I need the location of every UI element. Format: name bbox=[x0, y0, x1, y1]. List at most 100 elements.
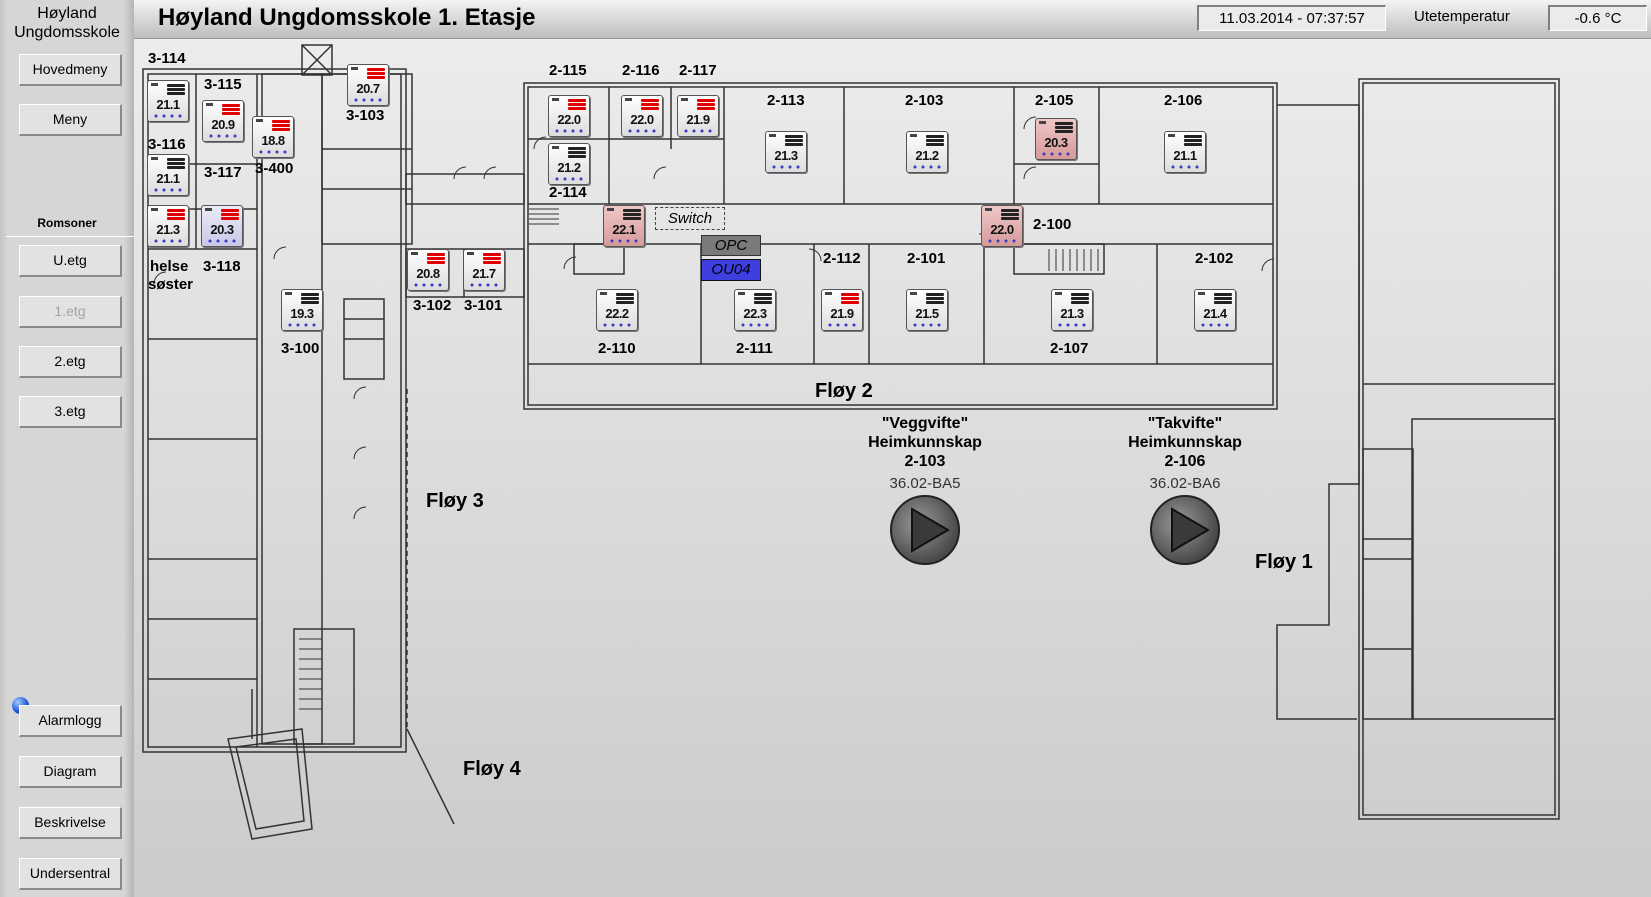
ou04-status-tag[interactable]: OU04 bbox=[701, 259, 761, 281]
thermostat-value: 22.2 bbox=[605, 306, 629, 321]
etg3-button[interactable]: 3.etg bbox=[19, 396, 122, 428]
room-label-2-103: 2-103 bbox=[905, 92, 944, 109]
room-label-3-400: 3-400 bbox=[255, 160, 294, 177]
thermostat-value: 20.9 bbox=[211, 117, 235, 132]
room-label-2-101: 2-101 bbox=[907, 250, 946, 267]
thermostat-2-115[interactable]: 22.0 bbox=[548, 95, 590, 137]
room-label-3-116: 3-116 bbox=[148, 136, 186, 153]
fan1-room: 2-103 bbox=[904, 453, 946, 470]
thermostat-3-102[interactable]: 20.8 bbox=[407, 249, 449, 291]
outdoor-temp-label: Utetemperatur bbox=[1414, 8, 1510, 25]
undersentral-button[interactable]: Undersentral bbox=[19, 858, 122, 890]
thermostat-3-116[interactable]: 21.1 bbox=[147, 154, 189, 196]
thermostat-value: 20.8 bbox=[416, 266, 440, 281]
wing-label-floy2: Fløy 2 bbox=[815, 380, 873, 402]
fan1-label: "Veggvifte" Heimkunnskap 2-103 bbox=[835, 414, 1015, 471]
fan2-room: 2-106 bbox=[1164, 453, 1206, 470]
thermostat-value: 22.0 bbox=[990, 222, 1014, 237]
opc-status-tag[interactable]: OPC bbox=[701, 235, 761, 256]
thermostat-value: 21.2 bbox=[557, 160, 581, 175]
room-label-2-106: 2-106 bbox=[1164, 92, 1203, 109]
thermostat-value: 21.1 bbox=[156, 171, 180, 186]
thermostat-value: 21.5 bbox=[915, 306, 939, 321]
fan1-play-icon[interactable] bbox=[890, 495, 960, 565]
romsoner-heading: Romsoner bbox=[37, 216, 97, 230]
site-title-line2: Ungdomsskole bbox=[14, 24, 120, 41]
etg1-button[interactable]: 1.etg bbox=[19, 296, 122, 328]
beskrivelse-button[interactable]: Beskrivelse bbox=[19, 807, 122, 839]
thermostat-3-118a[interactable]: 21.3 bbox=[147, 205, 189, 247]
fan1-area: Heimkunnskap bbox=[868, 434, 982, 451]
thermostat-2-107[interactable]: 21.3 bbox=[1051, 289, 1093, 331]
datetime-display: 11.03.2014 - 07:37:57 bbox=[1197, 5, 1386, 31]
wing-label-floy1: Fløy 1 bbox=[1255, 551, 1313, 573]
room-label-2-111: 2-111 bbox=[736, 340, 773, 357]
thermostat-value: 20.3 bbox=[210, 222, 234, 237]
thermostat-value: 21.9 bbox=[830, 306, 854, 321]
thermostat-value: 21.2 bbox=[915, 148, 939, 163]
room-label-helse: helse bbox=[150, 258, 189, 275]
room-label-2-112: 2-112 bbox=[823, 250, 861, 267]
fan2-label: "Takvifte" Heimkunnskap 2-106 bbox=[1095, 414, 1275, 471]
uetg-button[interactable]: U.etg bbox=[19, 245, 122, 277]
thermostat-2-117[interactable]: 21.9 bbox=[677, 95, 719, 137]
hovedmeny-button[interactable]: Hovedmeny bbox=[19, 54, 122, 86]
thermostat-3-115[interactable]: 20.9 bbox=[202, 100, 244, 142]
diagram-button[interactable]: Diagram bbox=[19, 756, 122, 788]
room-label-3-102: 3-102 bbox=[413, 297, 452, 314]
sidebar-divider bbox=[6, 236, 134, 237]
fan1-tag: 36.02-BA5 bbox=[889, 475, 961, 492]
outdoor-temp-value: -0.6 °C bbox=[1548, 5, 1647, 31]
room-label-2-116: 2-116 bbox=[622, 62, 660, 79]
switch-tag[interactable]: Switch bbox=[655, 207, 725, 230]
thermostat-value: 21.9 bbox=[686, 112, 710, 127]
floor-plan-canvas: 3-114 3-115 3-116 3-117 3-400 3-103 3-11… bbox=[134, 39, 1651, 897]
thermostat-2-113[interactable]: 21.3 bbox=[765, 131, 807, 173]
thermostat-3-114[interactable]: 21.1 bbox=[147, 80, 189, 122]
meny-button[interactable]: Meny bbox=[19, 104, 122, 136]
thermostat-2-101[interactable]: 21.5 bbox=[906, 289, 948, 331]
thermostat-2-112[interactable]: 21.9 bbox=[821, 289, 863, 331]
room-label-3-101: 3-101 bbox=[464, 297, 503, 314]
alarmlogg-button[interactable]: Alarmlogg bbox=[19, 705, 122, 737]
thermostat-2-116[interactable]: 22.0 bbox=[621, 95, 663, 137]
fan2-play-icon[interactable] bbox=[1150, 495, 1220, 565]
thermostat-2-114[interactable]: 21.2 bbox=[548, 143, 590, 185]
fan2-name: "Takvifte" bbox=[1147, 415, 1223, 432]
etg2-button[interactable]: 2.etg bbox=[19, 346, 122, 378]
room-label-3-100: 3-100 bbox=[281, 340, 320, 357]
fan2-area: Heimkunnskap bbox=[1128, 434, 1242, 451]
room-label-3-103: 3-103 bbox=[346, 107, 385, 124]
thermostat-2-111[interactable]: 22.3 bbox=[734, 289, 776, 331]
thermostat-value: 20.3 bbox=[1044, 135, 1068, 150]
room-label-2-113: 2-113 bbox=[767, 92, 805, 109]
thermostat-value: 21.1 bbox=[156, 97, 180, 112]
room-label-3-117: 3-117 bbox=[204, 164, 242, 181]
room-label-2-110: 2-110 bbox=[598, 340, 636, 357]
fan2-tag: 36.02-BA6 bbox=[1149, 475, 1221, 492]
thermostat-3-101[interactable]: 21.7 bbox=[463, 249, 505, 291]
thermostat-3-400[interactable]: 18.8 bbox=[252, 116, 294, 158]
room-label-2-105: 2-105 bbox=[1035, 92, 1074, 109]
thermostat-corridor-west[interactable]: 22.1 bbox=[603, 205, 645, 247]
thermostat-3-103[interactable]: 20.7 bbox=[347, 64, 389, 106]
thermostat-value: 22.1 bbox=[612, 222, 636, 237]
page-title: Høyland Ungdomsskole 1. Etasje bbox=[158, 4, 536, 31]
site-title-line1: Høyland bbox=[37, 5, 97, 22]
thermostat-2-110[interactable]: 22.2 bbox=[596, 289, 638, 331]
room-label-3-115: 3-115 bbox=[204, 76, 242, 93]
thermostat-2-103[interactable]: 21.2 bbox=[906, 131, 948, 173]
room-label-2-100: 2-100 bbox=[1033, 216, 1072, 233]
thermostat-value: 22.3 bbox=[743, 306, 767, 321]
thermostat-value: 21.4 bbox=[1203, 306, 1227, 321]
thermostat-2-106[interactable]: 21.1 bbox=[1164, 131, 1206, 173]
thermostat-3-100[interactable]: 19.3 bbox=[281, 289, 323, 331]
site-title: Høyland Ungdomsskole bbox=[0, 4, 134, 42]
wing-label-floy3: Fløy 3 bbox=[426, 490, 484, 512]
thermostat-2-102[interactable]: 21.4 bbox=[1194, 289, 1236, 331]
thermostat-corridor-east[interactable]: 22.0 bbox=[981, 205, 1023, 247]
thermostat-value: 21.3 bbox=[1060, 306, 1084, 321]
thermostat-2-105[interactable]: 20.3 bbox=[1035, 118, 1077, 160]
fan1-name: "Veggvifte" bbox=[881, 415, 969, 432]
thermostat-3-118b[interactable]: 20.3 bbox=[201, 205, 243, 247]
